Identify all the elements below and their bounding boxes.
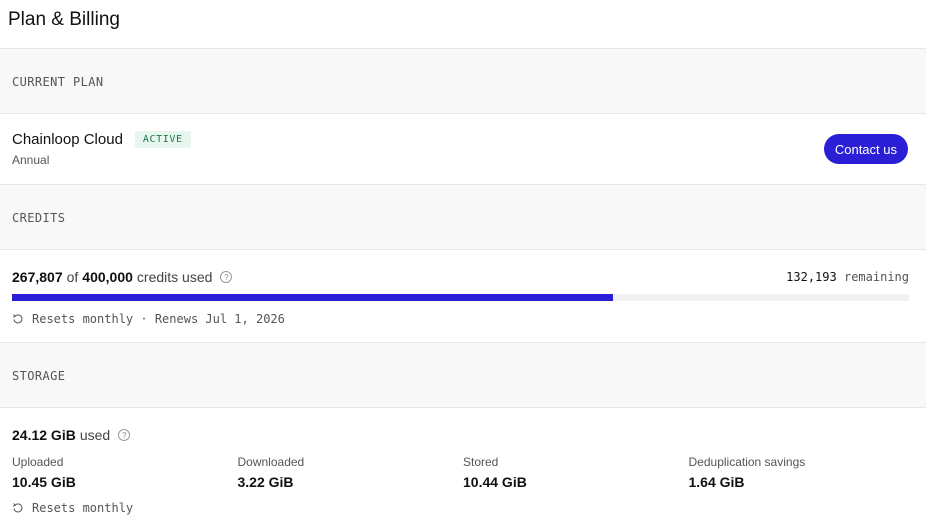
- stat-value: 1.64 GiB: [688, 474, 745, 490]
- page-header: Plan & Billing: [0, 0, 926, 49]
- section-header-current-plan: CURRENT PLAN: [0, 49, 926, 114]
- stat-label: Deduplication savings: [688, 455, 806, 469]
- credits-reset-line: Resets monthly · Renews Jul 1, 2026: [12, 312, 909, 326]
- credits-progress-bar: [12, 294, 909, 301]
- reset-icon: [12, 314, 23, 324]
- storage-used-suffix: used: [79, 427, 111, 443]
- storage-used-value: 24.12 GiB: [12, 427, 76, 443]
- stat-label: Uploaded: [12, 455, 64, 469]
- storage-reset-line: Resets monthly: [12, 501, 914, 515]
- stat-value: 10.44 GiB: [463, 474, 527, 490]
- credits-reset-text: Resets monthly · Renews Jul 1, 2026: [32, 312, 285, 326]
- credits-of-label: of: [66, 269, 79, 285]
- plan-name: Chainloop Cloud: [12, 131, 123, 148]
- stat-deduplication-savings: Deduplication savings 1.64 GiB: [689, 455, 915, 490]
- credits-used-suffix: credits used: [136, 269, 213, 285]
- credits-summary-line: 267,807 of 400,000 credits used ? 132,19…: [12, 269, 909, 285]
- status-badge: ACTIVE: [134, 131, 191, 148]
- credits-used-value: 267,807: [12, 269, 63, 285]
- credits-total-value: 400,000: [82, 269, 133, 285]
- stat-downloaded: Downloaded 3.22 GiB: [238, 455, 464, 490]
- plan-billing-cycle: Annual: [12, 153, 50, 167]
- stat-uploaded: Uploaded 10.45 GiB: [12, 455, 238, 490]
- storage-used-text: 24.12 GiB used ?: [12, 427, 914, 443]
- current-plan-row: Chainloop Cloud ACTIVE Annual Contact us: [0, 114, 926, 185]
- storage-reset-text: Resets monthly: [32, 501, 134, 515]
- stat-label: Stored: [463, 455, 499, 469]
- stat-stored: Stored 10.44 GiB: [463, 455, 689, 490]
- credits-remaining-label: remaining: [843, 270, 909, 284]
- section-header-credits: CREDITS: [0, 185, 926, 250]
- stat-label: Downloaded: [237, 455, 305, 469]
- storage-row: 24.12 GiB used ? Uploaded 10.45 GiB Down…: [0, 408, 926, 515]
- plan-name-line: Chainloop Cloud ACTIVE: [12, 131, 908, 148]
- contact-us-button[interactable]: Contact us: [823, 134, 908, 164]
- reset-icon: [12, 503, 23, 513]
- credits-row: 267,807 of 400,000 credits used ? 132,19…: [0, 250, 926, 343]
- credits-remaining: 132,193 remaining: [786, 270, 909, 284]
- page-title: Plan & Billing: [8, 9, 120, 30]
- section-header-storage: STORAGE: [0, 343, 926, 408]
- storage-stats: Uploaded 10.45 GiB Downloaded 3.22 GiB S…: [12, 455, 914, 490]
- help-icon[interactable]: ?: [118, 429, 131, 441]
- credits-progress-fill: [12, 294, 613, 301]
- help-icon[interactable]: ?: [220, 271, 233, 283]
- credits-used-text: 267,807 of 400,000 credits used ?: [12, 269, 233, 285]
- stat-value: 3.22 GiB: [237, 474, 294, 490]
- stat-value: 10.45 GiB: [12, 474, 76, 490]
- credits-remaining-value: 132,193: [786, 270, 837, 284]
